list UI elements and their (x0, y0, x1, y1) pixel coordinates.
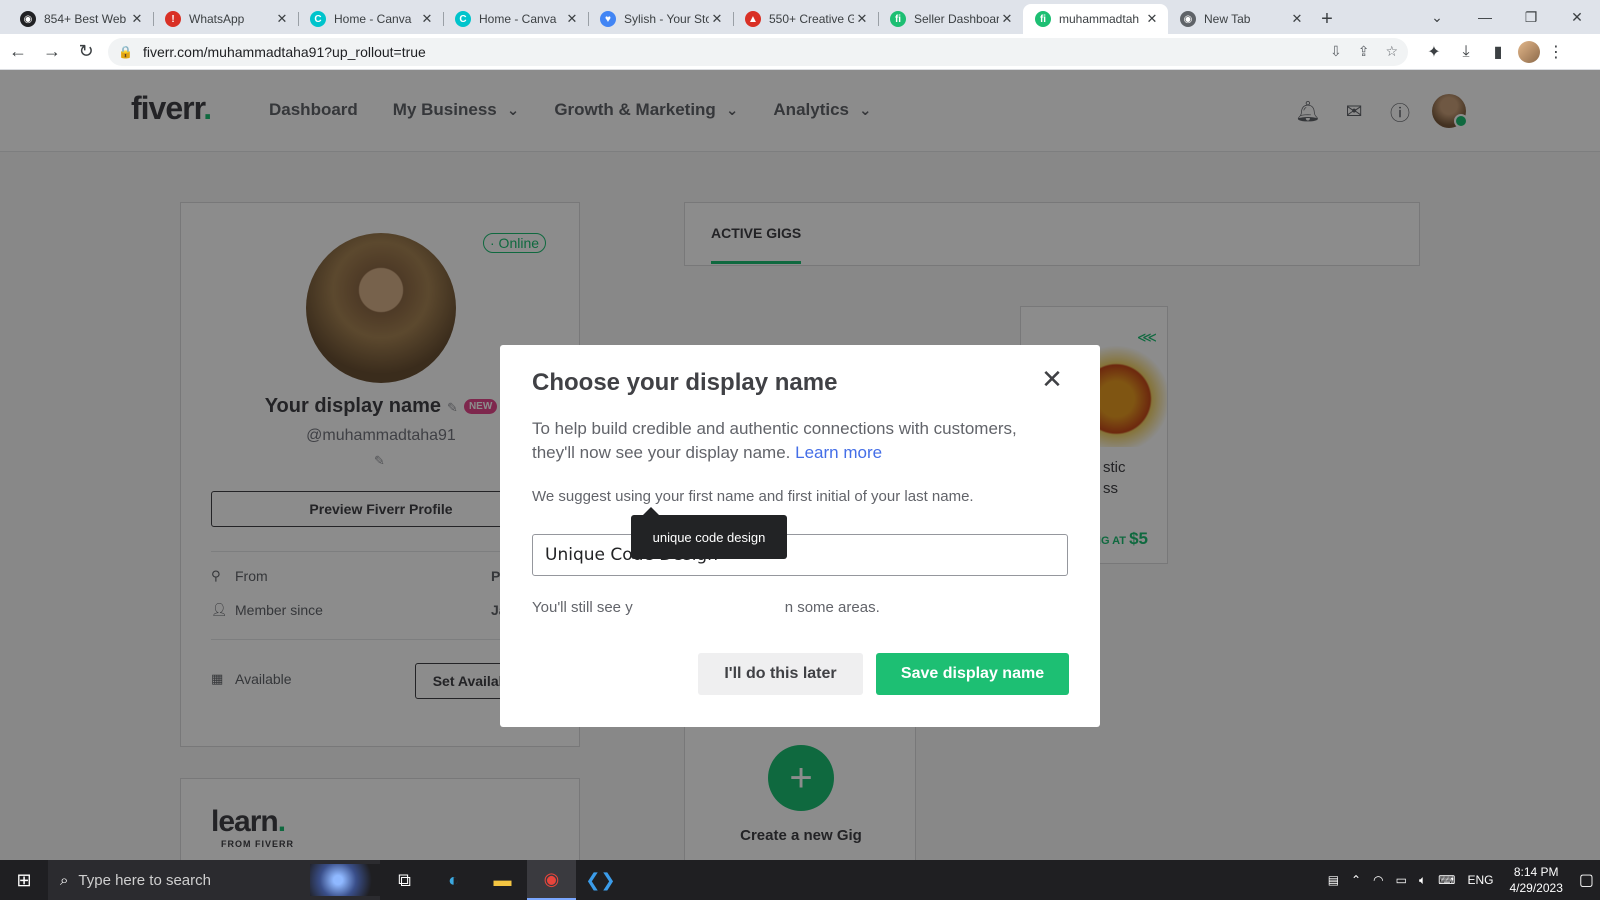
tab-close-icon[interactable]: ✕ (274, 11, 290, 27)
tab-favicon-icon: ◉ (1180, 11, 1196, 27)
tab-search-icon[interactable]: ⌄ (1412, 0, 1462, 34)
tab-close-icon[interactable]: ✕ (999, 11, 1015, 27)
browser-tab[interactable]: ! WhatsApp ✕ (153, 4, 298, 34)
search-icon: ⌕ (60, 871, 69, 889)
note-end: n some areas. (784, 599, 880, 616)
keyboard-icon[interactable]: ⌨ (1438, 873, 1455, 887)
browser-toolbar: ✦ ⤓ ▮ ⋮ (1418, 40, 1572, 63)
new-tab-button[interactable]: + (1313, 4, 1341, 34)
tab-title: Home - Canva (334, 12, 412, 26)
clock-time: 8:14 PM (1513, 865, 1559, 879)
search-placeholder: Type here to search (78, 871, 211, 889)
side-panel-icon[interactable]: ▮ (1482, 42, 1514, 62)
description-text: To help build credible and authentic con… (532, 419, 1017, 462)
learn-more-link[interactable]: Learn more (795, 443, 882, 462)
lock-icon[interactable]: 🔒 (118, 45, 133, 59)
address-bar: ← → ↻ 🔒 fiverr.com/muhammadtaha91?up_rol… (0, 34, 1600, 70)
tab-favicon-icon: ◉ (20, 11, 36, 27)
browser-menu-icon[interactable]: ⋮ (1540, 42, 1572, 62)
suggestion-text: We suggest using your first name and fir… (532, 488, 974, 505)
system-tray: ▤ ⌃ ◠ ▭ 🔈︎ ⌨ ENG 8:14 PM 4/29/2023 ▢ (1322, 860, 1600, 900)
install-icon[interactable]: ⇩ (1330, 43, 1342, 60)
search-highlight-image (310, 864, 380, 896)
close-window-icon[interactable]: ✕ (1554, 0, 1600, 34)
tab-strip: ◉ 854+ Best Web ✕! WhatsApp ✕ C Home - Canva ✕ C… (8, 4, 1313, 34)
touchpad-icon[interactable]: ▤ (1328, 873, 1339, 887)
share-icon[interactable]: ⇪ (1358, 43, 1370, 60)
language-indicator[interactable]: ENG (1467, 873, 1493, 887)
tab-title: New Tab (1204, 12, 1251, 26)
bookmark-star-icon[interactable]: ☆ (1385, 43, 1398, 60)
tab-close-icon[interactable]: ✕ (129, 11, 145, 27)
tab-favicon-icon: fi (1035, 11, 1051, 27)
volume-icon[interactable]: 🔈︎ (1419, 873, 1426, 888)
forward-icon[interactable]: → (36, 36, 68, 68)
tab-title: 854+ Best Web (44, 12, 127, 26)
window-controls: ⌄ — ❐ ✕ (1412, 0, 1600, 34)
note-text: You'll still see y n some areas. (532, 599, 880, 616)
tab-close-icon[interactable]: ✕ (854, 11, 870, 27)
do-later-button[interactable]: I'll do this later (698, 653, 863, 695)
url-input[interactable]: 🔒 fiverr.com/muhammadtaha91?up_rollout=t… (108, 37, 1408, 66)
extensions-icon[interactable]: ✦ (1418, 42, 1450, 62)
browser-tab[interactable]: ▲ 550+ Creative G ✕ (733, 4, 878, 34)
tab-title: Seller Dashboar (914, 12, 999, 26)
tab-favicon-icon: ▲ (745, 11, 761, 27)
notifications-icon[interactable]: ▢ (1579, 870, 1594, 890)
windows-start-icon[interactable]: ⊞ (0, 860, 48, 900)
minimize-icon[interactable]: — (1462, 0, 1508, 34)
browser-tab[interactable]: fi muhammadtah ✕ (1023, 4, 1168, 34)
modal-description: To help build credible and authentic con… (532, 417, 1052, 465)
tab-close-icon[interactable]: ✕ (709, 11, 725, 27)
browser-profile-avatar[interactable] (1518, 40, 1540, 63)
tab-title: 550+ Creative G (769, 12, 854, 26)
tab-close-icon[interactable]: ✕ (419, 11, 435, 27)
tab-close-icon[interactable]: ✕ (564, 11, 580, 27)
save-display-name-button[interactable]: Save display name (876, 653, 1069, 695)
browser-tab[interactable]: ◉ New Tab ✕ (1168, 4, 1313, 34)
clock-date: 4/29/2023 (1509, 881, 1563, 895)
wifi-icon[interactable]: ◠ (1373, 873, 1383, 887)
browser-tab[interactable]: C Home - Canva ✕ (443, 4, 588, 34)
browser-tab[interactable]: ♥ Sylish - Your Sto ✕ (588, 4, 733, 34)
tab-favicon-icon: ! (165, 11, 181, 27)
restore-icon[interactable]: ❐ (1508, 0, 1554, 34)
tab-title: muhammadtah (1059, 12, 1140, 26)
taskbar-search[interactable]: ⌕ Type here to search (48, 860, 380, 900)
file-explorer-icon[interactable]: ▬ (478, 860, 527, 900)
tab-title: Sylish - Your Sto (624, 12, 709, 26)
tab-close-icon[interactable]: ✕ (1144, 11, 1160, 27)
clock[interactable]: 8:14 PM 4/29/2023 (1509, 864, 1562, 896)
show-hidden-icons-icon[interactable]: ⌃ (1351, 873, 1361, 887)
reload-icon[interactable]: ↻ (70, 36, 102, 68)
browser-tab[interactable]: C Home - Canva ✕ (298, 4, 443, 34)
tab-favicon-icon: C (455, 11, 471, 27)
tab-favicon-icon: ♥ (600, 11, 616, 27)
display-name-modal: Choose your display name ✕ To help build… (500, 345, 1100, 727)
windows-taskbar: ⊞ ⌕ Type here to search ⧉ ◐ ▬ ◉ ❮❯ ▤ ⌃ ◠… (0, 860, 1600, 900)
browser-tab-bar: ◉ 854+ Best Web ✕! WhatsApp ✕ C Home - Canva ✕ C… (0, 0, 1600, 34)
modal-title: Choose your display name (532, 369, 838, 396)
page-content: fiverr. Dashboard My Business Growth & M… (0, 70, 1600, 860)
battery-icon[interactable]: ▭ (1396, 873, 1407, 887)
downloads-icon[interactable]: ⤓ (1450, 43, 1482, 61)
tab-title: Home - Canva (479, 12, 557, 26)
browser-tab[interactable]: ◉ 854+ Best Web ✕ (8, 4, 153, 34)
close-icon[interactable]: ✕ (1038, 364, 1066, 394)
vscode-icon[interactable]: ❮❯ (576, 860, 625, 900)
tab-close-icon[interactable]: ✕ (1289, 11, 1305, 27)
display-name-input[interactable] (532, 534, 1068, 576)
back-icon[interactable]: ← (2, 36, 34, 68)
note-start: You'll still see y (532, 599, 633, 616)
tab-title: WhatsApp (189, 12, 245, 26)
browser-tab[interactable]: fi Seller Dashboar ✕ (878, 4, 1023, 34)
autocomplete-tooltip[interactable]: unique code design (631, 507, 787, 559)
url-text: fiverr.com/muhammadtaha91?up_rollout=tru… (142, 43, 426, 60)
tab-favicon-icon: fi (890, 11, 906, 27)
tab-favicon-icon: C (310, 11, 326, 27)
chrome-icon[interactable]: ◉ (527, 860, 576, 900)
edge-icon[interactable]: ◐ (429, 860, 478, 900)
task-view-icon[interactable]: ⧉ (380, 860, 429, 900)
